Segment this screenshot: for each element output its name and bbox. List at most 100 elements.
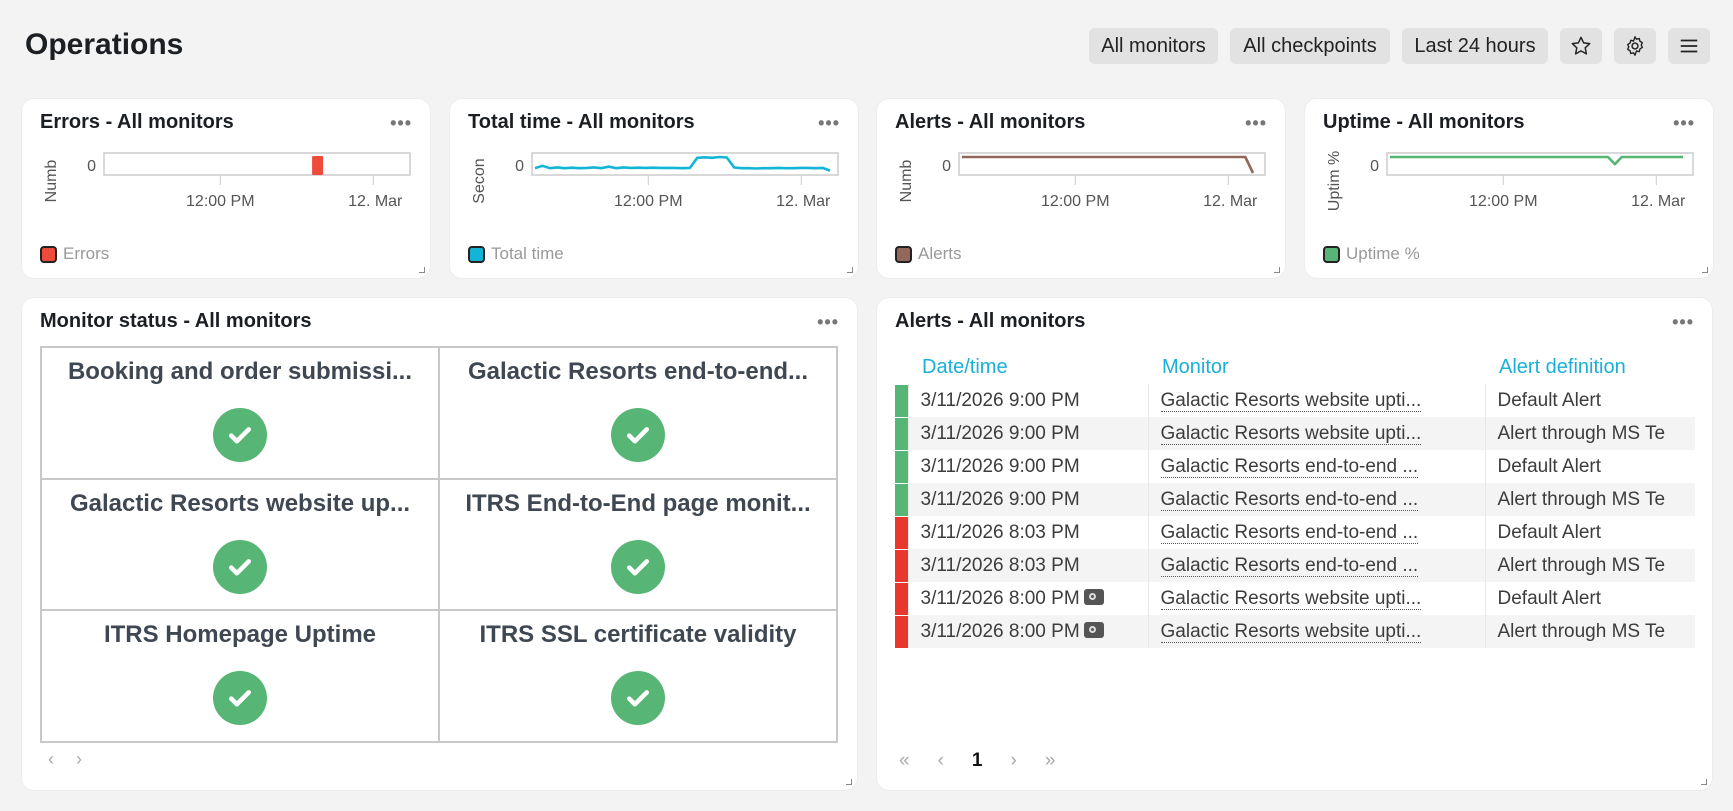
next-page-button[interactable]: › [76, 749, 82, 770]
status-indicator [895, 515, 909, 550]
x-tick-label: 12:00 PM [614, 193, 682, 210]
more-options-icon[interactable]: ••• [818, 113, 840, 134]
monitor-tile[interactable]: ITRS SSL certificate validity [439, 610, 837, 742]
legend-label: Errors [63, 244, 110, 263]
monitor-link[interactable]: Galactic Resorts website upti... [1160, 587, 1422, 610]
monitor-link[interactable]: Galactic Resorts website upti... [1160, 389, 1422, 412]
resize-handle[interactable] [1274, 267, 1280, 273]
y-tick-label: 0 [515, 158, 524, 175]
chart-widget: Total time - All monitors ••• 0 Secon 12… [450, 99, 858, 278]
monitor-link[interactable]: Galactic Resorts end-to-end ... [1160, 488, 1419, 511]
legend-item[interactable]: Uptime % [1323, 244, 1420, 264]
chart-plot: 0 Uptim % 12:00 PM 12. Mar [1326, 151, 1694, 211]
x-tick-label: 12:00 PM [1469, 193, 1537, 210]
resize-handle[interactable] [419, 267, 425, 273]
alert-datetime: 3/11/2026 8:03 PM [920, 554, 1080, 576]
legend-label: Alerts [918, 244, 962, 263]
monitor-name: ITRS SSL certificate validity [479, 621, 797, 649]
camera-icon[interactable] [1083, 621, 1104, 638]
monitor-tile[interactable]: ITRS End-to-End page monit... [439, 478, 837, 611]
legend-item[interactable]: Alerts [895, 244, 961, 264]
settings-button[interactable] [1614, 28, 1656, 64]
column-header-monitor[interactable]: Monitor [1148, 350, 1485, 384]
alert-datetime: 3/11/2026 9:00 PM [920, 389, 1080, 411]
legend-item[interactable]: Errors [40, 244, 109, 264]
status-indicator [895, 416, 909, 451]
x-tick-label: 12. Mar [1631, 193, 1686, 210]
chart-widget: Alerts - All monitors ••• 0 Numb 12:00 P… [877, 99, 1285, 278]
alerts-table-widget: Alerts - All monitors ••• Date/time Moni… [877, 298, 1712, 790]
more-options-icon[interactable]: ••• [817, 312, 839, 333]
chart-plot: 0 Secon 12:00 PM 12. Mar [471, 152, 839, 210]
check-circle-icon [611, 671, 665, 726]
resize-handle[interactable] [847, 267, 853, 273]
menu-button[interactable] [1668, 28, 1710, 64]
table-row[interactable]: 3/11/2026 8:03 PM Galactic Resorts end-t… [895, 548, 1695, 583]
prev-page-button[interactable]: ‹ [938, 750, 944, 772]
alert-definition: Default Alert [1485, 450, 1695, 483]
favorite-button[interactable] [1560, 28, 1602, 64]
plot-area [531, 152, 839, 176]
legend-item[interactable]: Total time [468, 244, 564, 264]
current-page[interactable]: 1 [972, 750, 983, 772]
monitor-tile[interactable]: ITRS Homepage Uptime [41, 610, 439, 742]
resize-handle[interactable] [1701, 779, 1707, 785]
status-indicator [895, 614, 909, 649]
last-page-button[interactable]: » [1045, 750, 1056, 772]
chart-plot: 0 Numb 12:00 PM 12. Mar [898, 152, 1266, 210]
more-options-icon[interactable]: ••• [1673, 113, 1695, 134]
alert-definition: Default Alert [1485, 384, 1695, 417]
monitor-tile[interactable]: Booking and order submissi... [41, 347, 439, 479]
next-page-button[interactable]: › [1010, 750, 1016, 772]
monitor-link[interactable]: Galactic Resorts end-to-end ... [1160, 455, 1419, 478]
more-options-icon[interactable]: ••• [1245, 113, 1267, 134]
prev-page-button[interactable]: ‹ [48, 749, 54, 770]
y-tick-label: 0 [1370, 158, 1379, 175]
x-tick-label: 12:00 PM [1041, 193, 1109, 210]
legend-swatch [40, 245, 57, 263]
x-tick-label: 12. Mar [1203, 193, 1258, 210]
monitor-status-widget: Monitor status - All monitors ••• Bookin… [22, 298, 857, 790]
alert-datetime: 3/11/2026 8:00 PM [920, 620, 1080, 642]
table-row[interactable]: 3/11/2026 8:00 PM Galactic Resorts websi… [895, 581, 1695, 616]
status-indicator [895, 581, 909, 616]
more-options-icon[interactable]: ••• [390, 113, 412, 134]
monitor-link[interactable]: Galactic Resorts website upti... [1160, 620, 1422, 643]
y-axis-label: Numb [43, 160, 60, 203]
monitor-link[interactable]: Galactic Resorts end-to-end ... [1160, 521, 1419, 544]
resize-handle[interactable] [846, 779, 852, 785]
table-row[interactable]: 3/11/2026 8:00 PM Galactic Resorts websi… [895, 614, 1695, 649]
camera-icon[interactable] [1083, 588, 1104, 605]
error-bar [312, 156, 324, 175]
table-row[interactable]: 3/11/2026 9:00 PM Galactic Resorts websi… [895, 416, 1695, 451]
plot-area [103, 152, 411, 176]
first-page-button[interactable]: « [899, 750, 910, 772]
chart-plot: 0 Numb 12:00 PM 12. Mar [43, 152, 411, 210]
check-circle-icon [213, 539, 267, 594]
y-tick-label: 0 [942, 158, 951, 175]
table-row[interactable]: 3/11/2026 9:00 PM Galactic Resorts end-t… [895, 482, 1695, 517]
table-row[interactable]: 3/11/2026 8:03 PM Galactic Resorts end-t… [895, 515, 1695, 550]
resize-handle[interactable] [1702, 267, 1708, 273]
time-range-button[interactable]: Last 24 hours [1402, 28, 1548, 64]
monitor-link[interactable]: Galactic Resorts website upti... [1160, 422, 1422, 445]
monitor-name: Galactic Resorts end-to-end... [467, 358, 809, 385]
monitor-filter-button[interactable]: All monitors [1089, 28, 1218, 64]
monitor-link[interactable]: Galactic Resorts end-to-end ... [1160, 554, 1419, 577]
star-icon [1571, 36, 1591, 55]
table-row[interactable]: 3/11/2026 9:00 PM Galactic Resorts end-t… [895, 449, 1695, 484]
y-axis-label: Secon [471, 158, 488, 203]
check-circle-icon [611, 539, 665, 594]
monitor-tile[interactable]: Galactic Resorts website up... [41, 478, 439, 611]
monitor-tile[interactable]: Galactic Resorts end-to-end... [439, 347, 837, 479]
monitor-status-grid: Booking and order submissi... Galactic R… [40, 346, 838, 743]
table-row[interactable]: 3/11/2026 9:00 PM Galactic Resorts websi… [895, 383, 1695, 418]
page-title: Operations [25, 28, 184, 61]
column-header-alert-definition[interactable]: Alert definition [1485, 350, 1695, 384]
alert-datetime: 3/11/2026 8:03 PM [920, 521, 1080, 543]
column-header-datetime[interactable]: Date/time [908, 350, 1148, 384]
check-circle-icon [213, 671, 267, 726]
status-indicator [895, 548, 909, 583]
alert-datetime: 3/11/2026 9:00 PM [920, 422, 1080, 444]
checkpoint-filter-button[interactable]: All checkpoints [1230, 28, 1390, 64]
